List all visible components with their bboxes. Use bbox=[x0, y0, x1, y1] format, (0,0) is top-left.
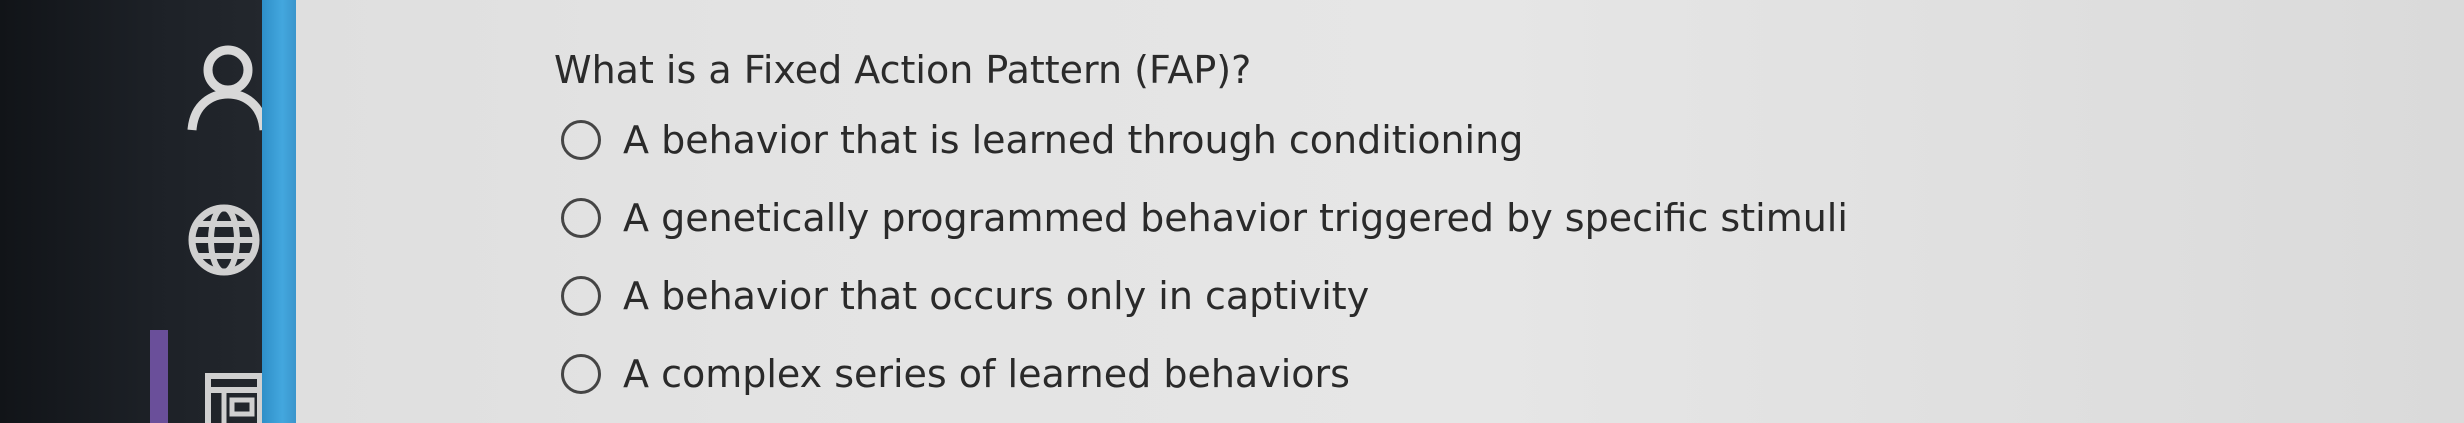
active-nav-indicator bbox=[150, 330, 168, 423]
answer-label-1: A behavior that is learned through condi… bbox=[623, 118, 1524, 162]
sidebar bbox=[0, 0, 269, 423]
gradebook-icon[interactable] bbox=[204, 372, 264, 423]
answer-label-3: A behavior that occurs only in captivity bbox=[623, 274, 1370, 318]
question-text: What is a Fixed Action Pattern (FAP)? bbox=[554, 48, 1252, 92]
answer-label-2: A genetically programmed behavior trigge… bbox=[623, 196, 1848, 240]
answer-option-4[interactable]: A complex series of learned behaviors bbox=[561, 352, 1350, 396]
radio-button-1[interactable] bbox=[561, 120, 601, 160]
user-icon[interactable] bbox=[180, 42, 270, 132]
answer-option-1[interactable]: A behavior that is learned through condi… bbox=[561, 118, 1523, 162]
radio-button-4[interactable] bbox=[561, 354, 601, 394]
globe-icon[interactable] bbox=[186, 202, 262, 278]
radio-button-3[interactable] bbox=[561, 276, 601, 316]
quiz-content: What is a Fixed Action Pattern (FAP)? A … bbox=[296, 0, 2464, 423]
answer-option-2[interactable]: A genetically programmed behavior trigge… bbox=[561, 196, 1848, 240]
answer-option-3[interactable]: A behavior that occurs only in captivity bbox=[561, 274, 1369, 318]
sidebar-edge bbox=[262, 0, 296, 423]
radio-button-2[interactable] bbox=[561, 198, 601, 238]
answer-label-4: A complex series of learned behaviors bbox=[623, 352, 1350, 396]
